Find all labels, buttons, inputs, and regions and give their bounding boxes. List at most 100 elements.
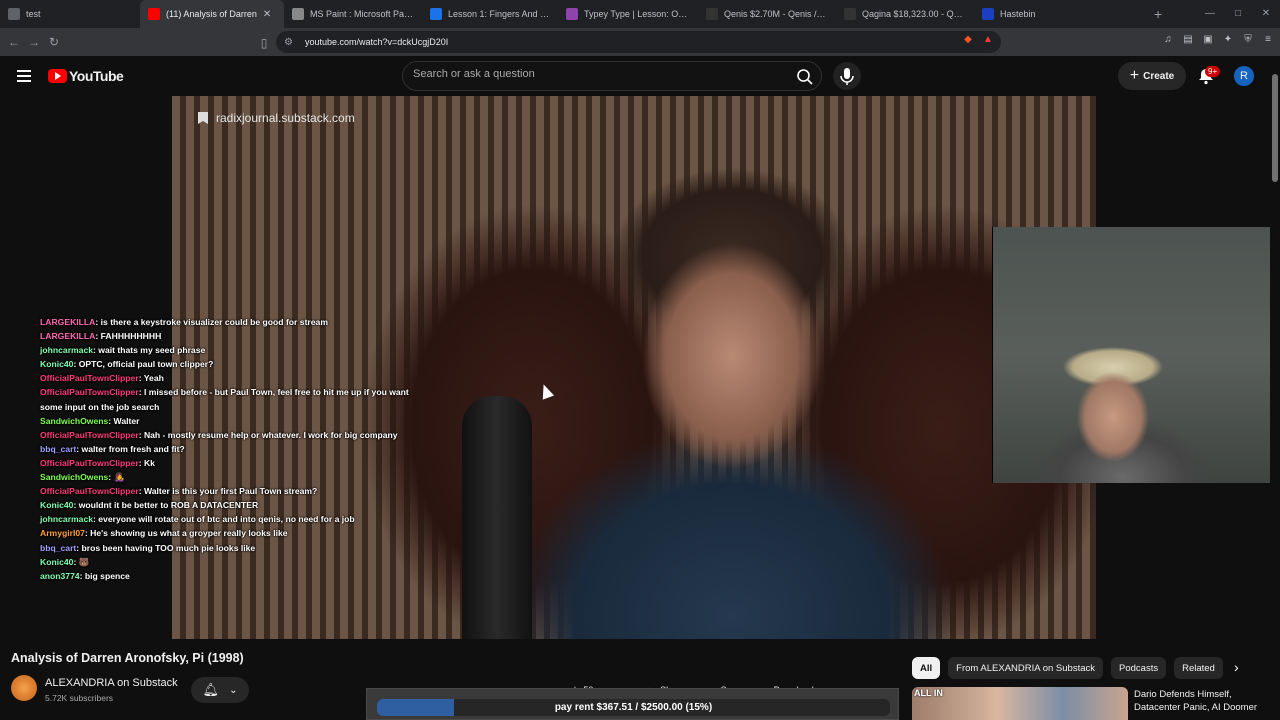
channel-avatar[interactable] [11,675,37,701]
chat-message: bbq_cart: bros been having TOO much pie … [40,542,256,553]
forward-icon[interactable]: → [24,35,44,49]
chat-username: Konic40 [40,500,74,511]
maximize-icon[interactable]: □ [1224,0,1252,28]
reload-icon[interactable]: ↻ [44,35,64,49]
create-button[interactable]: + Create [1118,62,1186,90]
tab-title: Qenis $2.70M - Qenis / SOL o [724,9,828,19]
tab-title: MS Paint : Microsoft Paint On [310,9,414,19]
scrollbar-thumb[interactable] [1272,74,1278,182]
subscriber-count: 5.72K subscribers [45,693,114,703]
related-video-thumbnail[interactable]: ALL IN [912,687,1128,720]
browser-tab[interactable]: Hastebin [974,0,1074,28]
chat-message: Konic40: OPTC, official paul town clippe… [40,359,214,370]
chat-username: Armygirl07 [40,528,85,539]
url-text: youtube.com/watch?v=dckUcgjD20I [304,37,449,47]
chat-message: OfficialPaulTownClipper: I missed before… [40,387,409,412]
chat-message: OfficialPaulTownClipper: Kk [40,457,155,468]
tab-title: Qagina $18,323.00 - Qagina / [862,9,966,19]
hamburger-menu-icon[interactable] [17,70,31,85]
video-title: Analysis of Darren Aronofsky, Pi (1998) [11,651,244,665]
doc-icon [430,8,442,20]
brave-shield-icon[interactable]: ◆ [962,34,974,46]
close-tab-icon[interactable]: ✕ [263,9,271,20]
chat-username: Konic40 [40,359,74,370]
chat-message: OfficialPaulTownClipper: Yeah [40,373,164,384]
close-window-icon[interactable]: ✕ [1252,0,1280,28]
wallet-icon[interactable]: ▣ [1202,34,1214,46]
new-tab-icon[interactable]: + [1154,6,1162,22]
chat-message: anon3774: big spence [40,570,130,581]
chat-text: Walter is this your first Paul Town stre… [143,486,318,497]
chat-text: is there a keystroke visualizer could be… [100,317,328,327]
chat-username: LARGEKILLA [40,331,96,342]
chat-username: SandwichOwens [40,472,109,483]
browser-tab[interactable]: Typey Type | Lesson: One-sylla [558,0,698,28]
chat-message: SandwichOwens: 👩‍🎤 [40,472,125,483]
donation-progress-track: pay rent $367.51 / $2500.00 (15%) [377,699,890,716]
chat-message: OfficialPaulTownClipper: Nah - mostly re… [40,429,398,440]
browser-tab[interactable]: Qagina $18,323.00 - Qagina / [836,0,974,28]
extensions-area: ◆ ▲ ♫ ▤ ▣ ✦ ⛨ ≡ [962,34,1274,46]
brave-rewards-icon[interactable]: ▲ [982,34,994,46]
browser-tab[interactable]: MS Paint : Microsoft Paint On [284,0,422,28]
chat-message: LARGEKILLA: is there a keystroke visuali… [40,317,328,327]
watermark-text: radixjournal.substack.com [216,111,355,125]
chat-message: johncarmack: wait thats my seed phrase [40,345,206,356]
chat-username: OfficialPaulTownClipper [40,429,139,440]
tab-title: Hastebin [1000,9,1036,19]
channel-name[interactable]: ALEXANDRIA on Substack [45,677,178,689]
chat-text: FAHHHHHHHH [100,331,162,342]
subscribed-button[interactable]: 🔔︎ ⌄ [191,677,249,703]
h-icon [982,8,994,20]
chat-username: OfficialPaulTownClipper [40,457,139,468]
site-settings-icon[interactable]: ⚙ [284,37,293,48]
minimize-icon[interactable]: — [1196,0,1224,28]
filter-chip[interactable]: All [912,657,941,679]
bell-icon: 🔔︎ [202,682,220,697]
menu-icon[interactable]: ≡ [1262,34,1274,46]
youtube-logo[interactable]: YouTube [48,68,124,84]
chat-text: wait thats my seed phrase [98,345,206,356]
browser-tab[interactable]: (11) Analysis of Darren ✕ [140,0,284,28]
extensions-icon[interactable]: ✦ [1222,34,1234,46]
thumbnail-label: ALL IN [914,688,943,698]
filter-chip[interactable]: From ALEXANDRIA on Substack [948,657,1104,679]
chat-text: 👩‍🎤 [113,472,125,483]
account-avatar[interactable]: R [1234,66,1254,86]
page-scrollbar[interactable] [1270,56,1280,720]
search-icon[interactable] [795,67,815,87]
chat-text: Yeah [143,373,164,384]
chat-text: Nah - mostly resume help or whatever. I … [143,429,398,440]
voice-search-button[interactable] [833,62,861,90]
chat-text: 🐻 [78,556,90,567]
browser-tab[interactable]: test [0,0,140,28]
chat-username: OfficialPaulTownClipper [40,486,139,497]
bookmark-icon[interactable]: ▯ [254,36,274,50]
keyboard-icon [566,8,578,20]
filter-chip[interactable]: Podcasts [1111,657,1167,679]
chat-username: SandwichOwens [40,415,109,426]
address-bar: ← → ↻ ▯ ⚙ youtube.com/watch?v=dckUcgjD20… [0,28,1280,56]
sidebar-icon[interactable]: ▤ [1182,34,1194,46]
url-field[interactable]: ⚙ youtube.com/watch?v=dckUcgjD20I [276,31,1001,53]
chat-username: bbq_cart [40,443,77,454]
search-box [402,61,822,91]
chat-username: anon3774 [40,570,80,581]
browser-tab[interactable]: Qenis $2.70M - Qenis / SOL o [698,0,836,28]
donation-goal-text: pay rent $367.51 / $2500.00 (15%) [554,702,713,713]
chat-text: Kk [143,457,155,468]
vpn-icon[interactable]: ⛨ [1242,34,1254,46]
browser-tab[interactable]: Lesson 1: Fingers And Keys - [422,0,558,28]
music-icon[interactable]: ♫ [1162,34,1174,46]
bookmark-logo-icon [198,112,208,124]
filter-chip[interactable]: Related [1174,657,1223,679]
chat-overlay: LARGEKILLA: is there a keystroke visuali… [40,315,420,583]
plus-icon: + [1129,67,1140,84]
chat-message: Konic40: wouldnt it be better to ROB A D… [40,500,259,511]
youtube-header: YouTube + Create R [0,56,1270,96]
webcam-overlay [992,227,1280,483]
related-video-title[interactable]: Dario Defends Himself, Datacenter Panic,… [1134,688,1264,714]
chevron-right-icon[interactable]: › [1234,659,1252,677]
back-icon[interactable]: ← [4,35,24,49]
search-input[interactable] [413,68,773,80]
